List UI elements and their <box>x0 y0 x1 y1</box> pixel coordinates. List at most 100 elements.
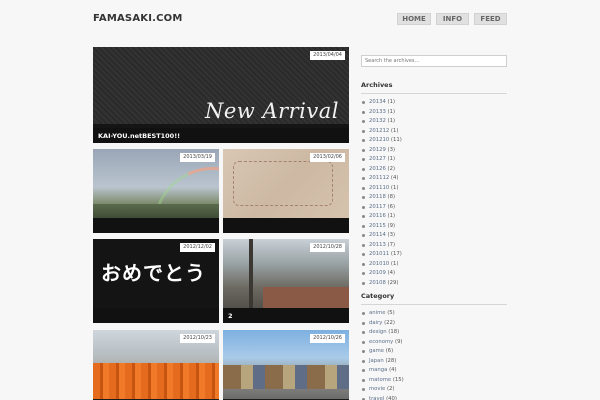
thumbnail-text: おめでとう <box>101 261 206 285</box>
archive-count: (3) <box>387 232 396 238</box>
bullet-icon <box>362 139 365 142</box>
archive-count: (29) <box>387 279 399 286</box>
bullet-icon <box>362 272 365 275</box>
category-link[interactable]: anime <box>369 310 386 316</box>
category-link[interactable]: game <box>369 348 384 354</box>
category-link[interactable]: design <box>369 329 387 335</box>
post-date-badge: 2013/04/04 <box>310 51 345 60</box>
archive-item: 20126 (2) <box>361 165 507 175</box>
archive-link[interactable]: 20134 <box>369 99 386 105</box>
archive-item: 20129 (3) <box>361 146 507 156</box>
post-title-link[interactable]: 2 <box>223 308 349 323</box>
archive-link[interactable]: 20118 <box>369 194 386 200</box>
category-link[interactable]: travel <box>369 396 384 400</box>
post-date-badge: 2012/10/28 <box>310 243 345 252</box>
top-nav: HOME INFO FEED <box>397 13 507 25</box>
bullet-icon <box>362 120 365 123</box>
archive-item: 20115 (9) <box>361 222 507 232</box>
archive-count: (1) <box>387 118 396 124</box>
post-date-badge: 2012/12/02 <box>180 243 215 252</box>
archive-count: (11) <box>390 137 402 143</box>
archive-count: (7) <box>387 241 396 248</box>
archive-link[interactable]: 20115 <box>369 223 386 229</box>
archive-link[interactable]: 201112 <box>369 175 389 181</box>
bullet-icon <box>362 148 365 152</box>
nav-feed-button[interactable]: FEED <box>474 13 507 25</box>
category-heading: Category <box>361 292 507 305</box>
archive-item: 20118 (8) <box>361 193 507 203</box>
category-count: (2) <box>386 386 395 392</box>
category-link[interactable]: Japan <box>369 358 384 364</box>
archive-link[interactable]: 20117 <box>369 204 386 210</box>
archive-link[interactable]: 201010 <box>369 261 389 267</box>
archive-count: (6) <box>387 203 396 210</box>
archive-link[interactable]: 201210 <box>369 137 389 143</box>
post-card[interactable]: 2012/10/23 <box>93 330 219 400</box>
archive-link[interactable]: 20132 <box>369 118 386 124</box>
archive-item: 201112 (4) <box>361 174 507 184</box>
bullet-icon <box>362 110 365 114</box>
bullet-icon <box>362 281 365 285</box>
archive-item: 20127 (1) <box>361 155 507 165</box>
post-title-link[interactable] <box>93 218 219 233</box>
category-item: game (6) <box>361 347 507 357</box>
bullet-icon <box>362 177 365 180</box>
archive-link[interactable]: 20116 <box>369 213 386 219</box>
site-title[interactable]: FAMASAKI.COM <box>93 13 183 24</box>
category-link[interactable]: dairy <box>369 320 382 326</box>
archive-item: 20134 (1) <box>361 98 507 108</box>
archive-count: (1) <box>390 260 399 267</box>
category-link[interactable]: matome <box>369 377 391 383</box>
category-item: movie (2) <box>361 385 507 395</box>
sketch-image <box>233 161 333 206</box>
post-title-link[interactable]: KAI-YOU.netBEST100!! <box>93 128 349 143</box>
archive-link[interactable]: 20109 <box>369 270 386 276</box>
category-link[interactable]: manga <box>369 367 387 373</box>
category-item: Japan (28) <box>361 357 507 367</box>
bullet-icon <box>362 312 365 315</box>
post-card[interactable]: 2013/03/19 <box>93 149 219 233</box>
post-card[interactable]: 2012/10/28 2 <box>223 239 349 323</box>
bullet-icon <box>362 243 365 247</box>
post-card[interactable]: 2012/10/26 <box>223 330 349 400</box>
search-input[interactable] <box>361 55 507 67</box>
archive-item: 20132 (1) <box>361 117 507 127</box>
bullet-icon <box>362 369 365 372</box>
archive-link[interactable]: 20126 <box>369 166 386 172</box>
archive-item: 20114 (3) <box>361 231 507 241</box>
archive-link[interactable]: 20127 <box>369 156 386 162</box>
archive-item: 20113 (7) <box>361 241 507 251</box>
category-link[interactable]: movie <box>369 386 385 392</box>
category-count: (9) <box>395 338 403 345</box>
archive-count: (1) <box>390 127 399 134</box>
post-card[interactable]: 2013/02/06 <box>223 149 349 233</box>
archive-link[interactable]: 201212 <box>369 128 389 134</box>
archive-link[interactable]: 201011 <box>369 251 389 257</box>
archive-count: (1) <box>387 99 396 105</box>
roof-image <box>263 287 349 308</box>
post-card[interactable]: おめでとう 2012/12/02 <box>93 239 219 323</box>
category-item: manga (4) <box>361 366 507 376</box>
category-link[interactable]: economy <box>369 339 393 345</box>
archive-link[interactable]: 20114 <box>369 232 386 238</box>
category-count: (18) <box>388 329 400 335</box>
bullet-icon <box>362 129 365 133</box>
post-title-link[interactable] <box>93 308 219 323</box>
archive-count: (2) <box>387 165 396 172</box>
archive-item: 20133 (1) <box>361 108 507 118</box>
archive-link[interactable]: 20113 <box>369 242 386 248</box>
bullet-icon <box>362 215 365 218</box>
archive-link[interactable]: 201110 <box>369 185 389 191</box>
post-date-badge: 2013/03/19 <box>180 153 215 162</box>
nav-info-button[interactable]: INFO <box>436 13 469 25</box>
bullet-icon <box>362 158 365 161</box>
post-card-featured[interactable]: New Arrival 2013/04/04 KAI-YOU.netBEST10… <box>93 47 349 143</box>
archive-link[interactable]: 20133 <box>369 109 386 115</box>
archive-link[interactable]: 20129 <box>369 147 386 153</box>
nav-home-button[interactable]: HOME <box>397 13 431 25</box>
bullet-icon <box>362 234 365 237</box>
archive-count: (3) <box>387 146 396 153</box>
post-title-link[interactable] <box>223 218 349 233</box>
archive-link[interactable]: 20108 <box>369 280 386 286</box>
thumbnail-headline: New Arrival <box>204 99 339 123</box>
